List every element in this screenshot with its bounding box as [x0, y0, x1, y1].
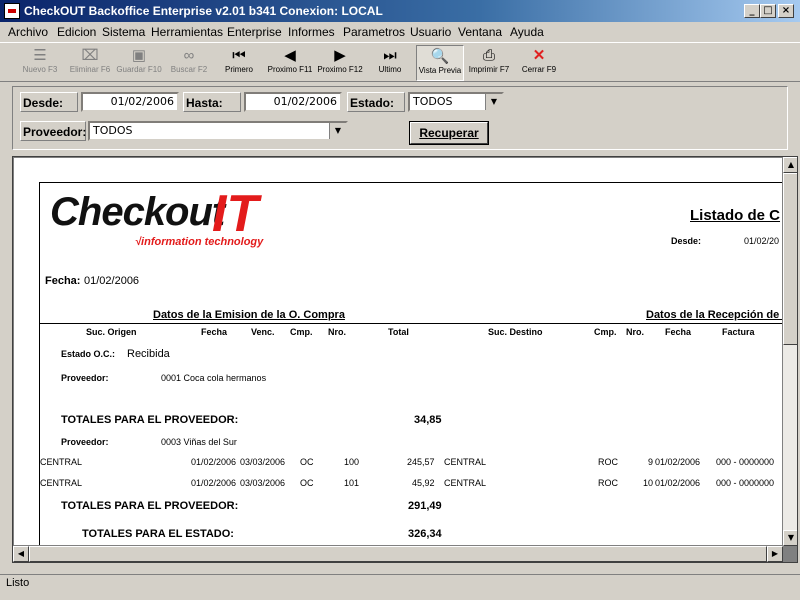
menu-enterprise[interactable]: Enterprise: [227, 25, 282, 39]
save-icon: ▣: [131, 47, 147, 64]
hasta-label: Hasta:: [183, 92, 241, 112]
delete-icon: ⌧: [81, 47, 99, 64]
hasta-field[interactable]: 01/02/2006: [244, 92, 342, 112]
window-title: CheckOUT Backoffice Enterprise v2.01 b34…: [24, 4, 383, 18]
proveedor-label: Proveedor:: [20, 121, 86, 141]
minimize-button[interactable]: _: [744, 4, 760, 18]
horizontal-scrollbar[interactable]: ◀ ▶: [13, 546, 783, 562]
scroll-up-icon[interactable]: ▲: [783, 157, 797, 173]
checkout-it-logo: Checkout IT √information technology: [50, 185, 264, 248]
vertical-scroll-thumb[interactable]: [783, 173, 797, 345]
close-report-button[interactable]: ✕ Cerrar F9: [518, 45, 560, 81]
previous-button[interactable]: ◀ Proximo F11: [266, 45, 314, 81]
close-button[interactable]: ×: [778, 4, 794, 18]
toolbar: ☰ Nuevo F3 ⌧ Eliminar F6 ▣ Guardar F10 ∞…: [0, 42, 800, 82]
report-desde-label: Desde:: [671, 236, 702, 246]
menu-ayuda[interactable]: Ayuda: [510, 25, 544, 39]
report-preview: Checkout IT √information technology List…: [12, 156, 798, 563]
preview-button[interactable]: 🔍 Vista Previa: [416, 45, 464, 81]
estado-label: Estado:: [347, 92, 405, 112]
section-recepcion: Datos de la Recepción de la O: [646, 309, 782, 321]
col-suc-origen: Suc. Origen: [86, 327, 137, 337]
desde-label: Desde:: [20, 92, 78, 112]
scroll-left-icon[interactable]: ◀: [13, 546, 29, 562]
menu-herramientas[interactable]: Herramientas: [151, 25, 223, 39]
proveedor-2-label: Proveedor:: [61, 437, 109, 447]
previous-icon: ◀: [284, 47, 296, 64]
menu-parametros[interactable]: Parametros: [343, 25, 405, 39]
col-suc-destino: Suc. Destino: [488, 327, 543, 337]
first-icon: ⏮: [232, 47, 246, 64]
col-fecha-recepcion: Fecha: [665, 327, 692, 337]
menu-sistema[interactable]: Sistema: [102, 25, 145, 39]
col-cmp-recepcion: Cmp.: [594, 327, 617, 337]
scroll-down-icon[interactable]: ▼: [783, 530, 797, 546]
app-icon[interactable]: [4, 3, 20, 19]
col-nro: Nro.: [328, 327, 346, 337]
preview-icon: 🔍: [430, 48, 450, 65]
col-cmp: Cmp.: [290, 327, 313, 337]
estado-select[interactable]: TODOS ▼: [408, 92, 504, 112]
totales-estado-value: 326,34: [408, 528, 442, 540]
desde-field[interactable]: 01/02/2006: [81, 92, 179, 112]
menu-bar: Archivo Edicion Sistema Herramientas Ent…: [0, 22, 800, 42]
maximize-button[interactable]: □: [760, 4, 776, 18]
print-button[interactable]: ⎙ Imprimir F7: [466, 45, 512, 81]
delete-button[interactable]: ⌧ Eliminar F6: [66, 45, 114, 81]
col-fecha: Fecha: [201, 327, 228, 337]
section-emision: Datos de la Emision de la O. Compra: [153, 309, 345, 321]
menu-edicion[interactable]: Edicion: [57, 25, 96, 39]
estado-oc-label: Estado O.C.:: [61, 349, 116, 359]
menu-archivo[interactable]: Archivo: [8, 25, 48, 39]
col-nro-recepcion: Nro.: [626, 327, 644, 337]
next-icon: ▶: [334, 47, 346, 64]
proveedor-2-value: 0003 Viñas del Sur: [161, 437, 237, 447]
col-venc: Venc.: [251, 327, 275, 337]
totales-estado-label: TOTALES PARA EL ESTADO:: [82, 528, 234, 540]
last-button[interactable]: ⏭ Ultimo: [372, 45, 408, 81]
binoculars-icon: ∞: [183, 47, 195, 64]
menu-usuario[interactable]: Usuario: [410, 25, 451, 39]
last-icon: ⏭: [383, 47, 397, 64]
menu-informes[interactable]: Informes: [288, 25, 335, 39]
header-divider: [39, 323, 782, 324]
report-page: Checkout IT √information technology List…: [14, 158, 782, 545]
next-button[interactable]: ▶ Proximo F12: [316, 45, 364, 81]
status-text: Listo: [6, 577, 30, 589]
chevron-down-icon[interactable]: ▼: [329, 123, 346, 139]
proveedor-1-label: Proveedor:: [61, 373, 109, 383]
first-button[interactable]: ⏮ Primero: [220, 45, 258, 81]
report-fecha-value: 01/02/2006: [84, 275, 140, 287]
vertical-scrollbar[interactable]: ▲ ▼: [783, 157, 797, 546]
totales-proveedor-2-value: 291,49: [408, 500, 442, 512]
proveedor-select[interactable]: TODOS ▼: [88, 121, 348, 141]
report-fecha-label: Fecha:: [45, 275, 81, 287]
scroll-right-icon[interactable]: ▶: [767, 546, 783, 562]
save-button[interactable]: ▣ Guardar F10: [115, 45, 163, 81]
horizontal-scroll-thumb[interactable]: [29, 546, 767, 562]
report-title: Listado de C: [690, 207, 781, 224]
col-factura: Factura: [722, 327, 755, 337]
col-total: Total: [388, 327, 409, 337]
new-button[interactable]: ☰ Nuevo F3: [18, 45, 62, 81]
totales-proveedor-1-label: TOTALES PARA EL PROVEEDOR:: [61, 414, 239, 426]
new-icon: ☰: [33, 47, 47, 64]
report-desde-value: 01/02/20: [744, 236, 780, 246]
search-button[interactable]: ∞ Buscar F2: [166, 45, 212, 81]
totales-proveedor-1-value: 34,85: [414, 414, 442, 426]
proveedor-1-value: 0001 Coca cola hermanos: [161, 373, 267, 383]
printer-icon: ⎙: [482, 47, 495, 64]
chevron-down-icon[interactable]: ▼: [485, 94, 502, 110]
close-x-icon: ✕: [532, 47, 546, 64]
recuperar-button[interactable]: Recuperar: [410, 122, 488, 144]
status-bar: [0, 574, 800, 593]
menu-ventana[interactable]: Ventana: [458, 25, 502, 39]
totales-proveedor-2-label: TOTALES PARA EL PROVEEDOR:: [61, 500, 239, 512]
estado-oc-value: Recibida: [127, 348, 170, 360]
